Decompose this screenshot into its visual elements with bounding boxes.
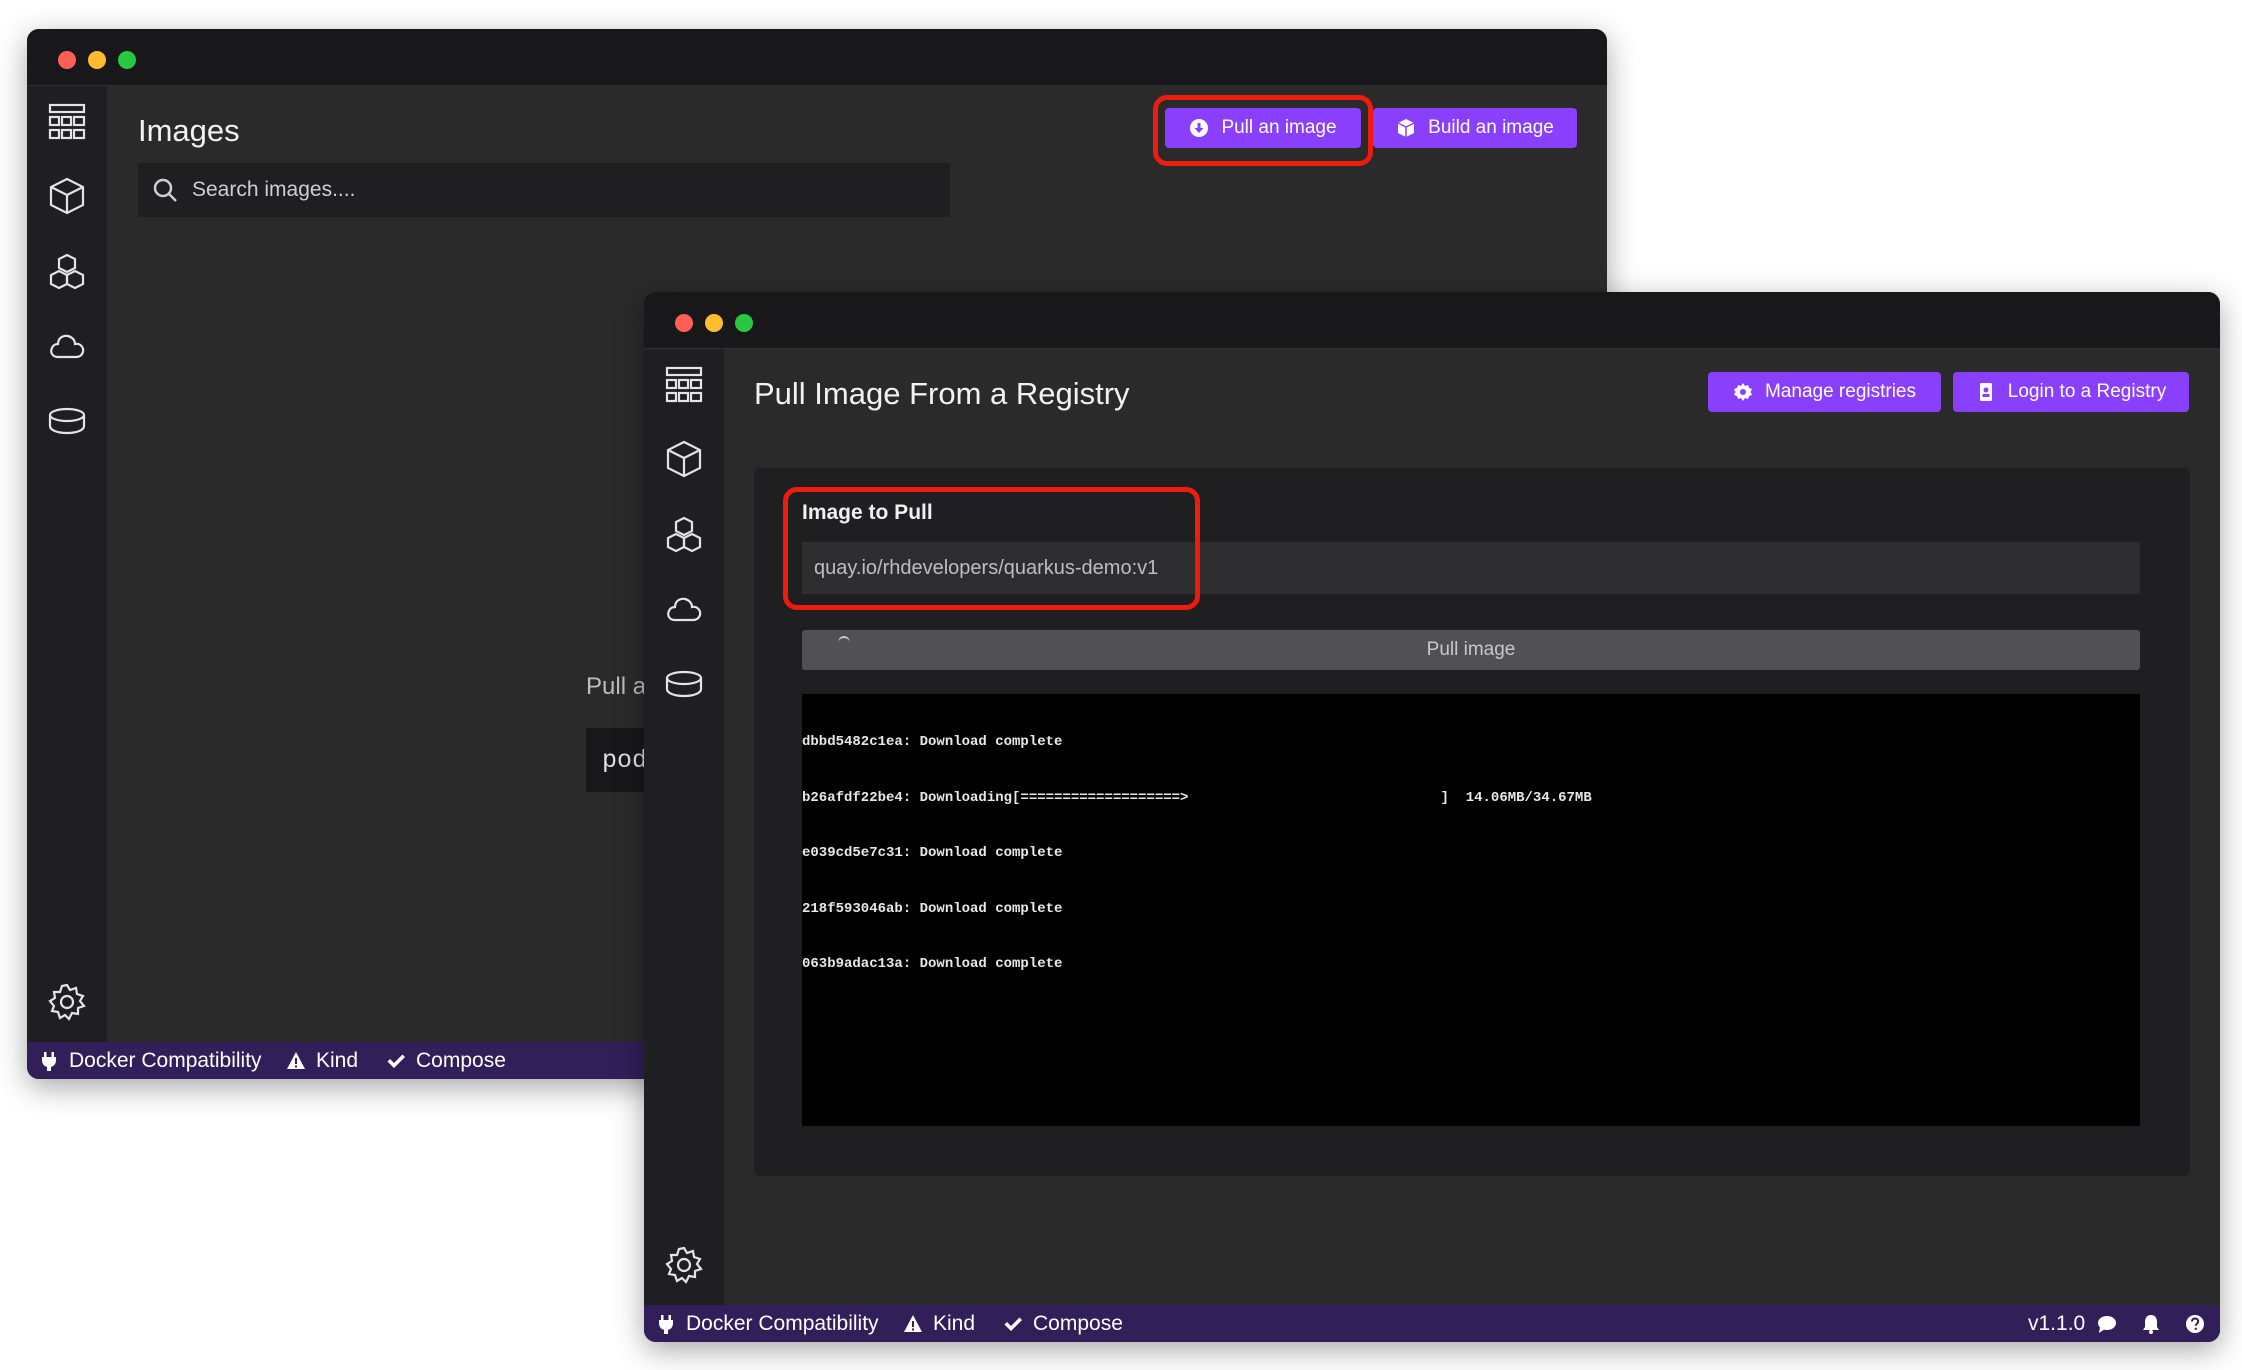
- terminal-line: 218f593046ab: Download complete: [802, 900, 1063, 917]
- check-icon: [387, 1054, 405, 1068]
- dashboard-icon[interactable]: [47, 101, 87, 141]
- search-icon: [153, 178, 177, 202]
- title-bar: [644, 292, 2220, 349]
- manage-registries-button[interactable]: Manage registries: [1708, 372, 1941, 412]
- container-icon[interactable]: [664, 439, 704, 479]
- images-cloud-icon[interactable]: [47, 326, 87, 366]
- empty-state-text: Pull a: [586, 673, 647, 700]
- cube-icon: [1397, 119, 1415, 137]
- minimize-window-button[interactable]: [705, 314, 723, 332]
- container-icon[interactable]: [47, 176, 87, 216]
- plug-icon: [42, 1051, 56, 1071]
- terminal-line: e039cd5e7c31: Download complete: [802, 845, 1063, 861]
- gear-icon: [1733, 383, 1752, 401]
- plug-icon: [659, 1314, 673, 1334]
- compose-status[interactable]: Compose: [1003, 1305, 1123, 1342]
- page-title: Images: [138, 113, 240, 148]
- page-title: Pull Image From a Registry: [754, 376, 1130, 411]
- terminal-line: 063b9adac13a: Download complete: [802, 956, 1063, 972]
- sidebar: [27, 86, 107, 1042]
- image-to-pull-highlight: [783, 487, 1200, 610]
- pull-image-window: Pull Image From a Registry Manage regist…: [644, 292, 2220, 1342]
- compose-label: Compose: [416, 1048, 506, 1072]
- close-window-button[interactable]: [58, 51, 76, 69]
- terminal-line: b26afdf22be4: Downloading[==============…: [802, 789, 1592, 806]
- login-to-registry-button[interactable]: Login to a Registry: [1953, 372, 2189, 412]
- compose-status[interactable]: Compose: [386, 1042, 506, 1079]
- dashboard-icon[interactable]: [664, 364, 704, 404]
- status-bar: Docker Compatibility Kind Compose v1.1.0: [644, 1305, 2220, 1342]
- pods-icon[interactable]: [47, 251, 87, 291]
- pull-form-panel: Image to Pull quay.io/rhdevelopers/quark…: [754, 468, 2190, 1176]
- kind-label: Kind: [316, 1048, 359, 1072]
- volumes-icon[interactable]: [47, 401, 87, 441]
- docker-compatibility-label: Docker Compatibility: [686, 1311, 879, 1335]
- pull-an-image-label: Pull an image: [1221, 117, 1337, 138]
- search-images-field[interactable]: Search images....: [138, 163, 950, 217]
- terminal-line: dbbd5482c1ea: Download complete: [802, 734, 1063, 750]
- search-images-placeholder: Search images....: [192, 178, 356, 201]
- kind-label: Kind: [933, 1311, 976, 1335]
- version-label: v1.1.0: [2028, 1311, 2086, 1335]
- compose-label: Compose: [1033, 1311, 1123, 1335]
- docker-compatibility-status[interactable]: Docker Compatibility: [39, 1042, 262, 1079]
- login-to-registry-label: Login to a Registry: [2007, 381, 2167, 402]
- settings-icon[interactable]: [47, 982, 87, 1022]
- maximize-window-button[interactable]: [735, 314, 753, 332]
- build-an-image-label: Build an image: [1428, 117, 1554, 138]
- docker-compatibility-label: Docker Compatibility: [69, 1048, 262, 1072]
- loading-spinner-icon: [838, 636, 850, 650]
- sidebar: [644, 349, 724, 1305]
- id-badge-icon: [1979, 383, 1992, 401]
- kind-status[interactable]: Kind: [286, 1042, 358, 1079]
- kind-status[interactable]: Kind: [903, 1305, 975, 1342]
- help-icon[interactable]: [2185, 1305, 2205, 1342]
- volumes-icon[interactable]: [664, 664, 704, 704]
- manage-registries-label: Manage registries: [1764, 381, 1917, 402]
- docker-compatibility-status[interactable]: Docker Compatibility: [656, 1305, 879, 1342]
- close-window-button[interactable]: [675, 314, 693, 332]
- check-icon: [1004, 1317, 1022, 1331]
- pull-image-button[interactable]: Pull image: [802, 630, 2140, 670]
- pull-image-label: Pull image: [1426, 639, 1516, 660]
- chat-icon[interactable]: [2097, 1305, 2117, 1342]
- title-bar: [27, 29, 1607, 86]
- maximize-window-button[interactable]: [118, 51, 136, 69]
- warning-icon: [287, 1051, 305, 1069]
- minimize-window-button[interactable]: [88, 51, 106, 69]
- warning-icon: [904, 1314, 922, 1332]
- build-an-image-button[interactable]: Build an image: [1373, 108, 1577, 148]
- pull-progress-terminal: dbbd5482c1ea: Download complete b26afdf2…: [802, 694, 2140, 1126]
- download-circle-icon: [1190, 119, 1209, 137]
- pull-an-image-button[interactable]: Pull an image: [1165, 108, 1361, 148]
- pods-icon[interactable]: [664, 514, 704, 554]
- settings-icon[interactable]: [664, 1245, 704, 1285]
- images-cloud-icon[interactable]: [664, 589, 704, 629]
- bell-icon[interactable]: [2141, 1305, 2161, 1342]
